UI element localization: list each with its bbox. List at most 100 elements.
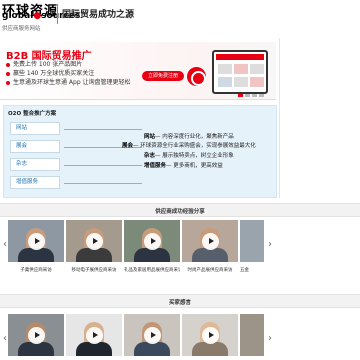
video-title[interactable]: 时尚产品展供应商采访 xyxy=(182,267,238,273)
video-thumbnail[interactable] xyxy=(8,314,64,356)
video-card[interactable] xyxy=(182,314,238,356)
chevron-right-icon[interactable]: › xyxy=(265,332,275,346)
phone-tile xyxy=(218,77,232,87)
banner-bullet-text: 生意通及环球生意通 App 让询盘管理更轻松 xyxy=(13,79,131,86)
bullet-dot-icon xyxy=(6,80,10,85)
logo-dot: ● xyxy=(33,11,42,21)
video-card[interactable] xyxy=(66,314,122,356)
play-icon[interactable] xyxy=(86,327,103,344)
phone-mockup-image xyxy=(212,50,268,94)
play-icon[interactable] xyxy=(28,327,45,344)
o2o-title: O2O 整合推广方案 xyxy=(8,111,57,117)
o2o-line-key: 增值服务 xyxy=(144,163,167,169)
buyers-section-title: 买家感言 xyxy=(168,300,191,306)
success-section-header: 供应商成功经验分享 xyxy=(0,203,360,217)
play-icon[interactable] xyxy=(144,233,161,250)
success-section-title: 供应商成功经验分享 xyxy=(155,209,205,215)
video-thumbnail[interactable] xyxy=(124,314,180,356)
buyers-video-carousel: ‹ › xyxy=(0,314,360,360)
phone-tile xyxy=(234,64,248,74)
play-icon[interactable] xyxy=(28,233,45,250)
o2o-line-text: — 内容深度行业化，聚焦新产品 xyxy=(155,134,234,140)
play-icon[interactable] xyxy=(202,327,219,344)
video-card[interactable] xyxy=(8,314,64,356)
video-title[interactable]: 移动电子展供应商采访 xyxy=(66,267,122,273)
phone-tile xyxy=(250,77,264,87)
o2o-line-tradeshow: 展会— 环球资源全行业采购盛会，实现参展效益最大化 xyxy=(122,141,256,149)
site-header: 环球资源 global●sources 供应商服务网站 国际贸易成功之源 xyxy=(0,0,360,38)
banner-bullet: 生意通及环球生意通 App 让询盘管理更轻松 xyxy=(6,78,131,87)
o2o-line-magazine: 杂志— 展示独特卖点，树立企业形象 xyxy=(144,151,234,159)
person-body xyxy=(192,248,228,262)
video-card[interactable]: 五金 xyxy=(240,220,264,273)
person-body xyxy=(192,342,228,356)
banner-bullet: 免费上传 100 张产品图片 xyxy=(6,60,131,69)
connector-line xyxy=(64,129,142,130)
person-body xyxy=(76,248,112,262)
phone-tile xyxy=(218,64,232,74)
video-thumbnail[interactable] xyxy=(66,314,122,356)
header-slogan: 国际贸易成功之源 xyxy=(62,10,135,20)
video-title[interactable]: 礼品及家居用品展供应商采访 xyxy=(124,267,180,273)
right-column-divider xyxy=(279,38,280,198)
success-video-carousel: ‹ 子菓供应商采访 移动电子展供应商采访 礼品及家居用品展供应商采访 时尚产品展… xyxy=(0,220,360,282)
person-body xyxy=(134,248,170,262)
bullet-dot-icon xyxy=(6,71,10,76)
register-free-button[interactable]: 立即免费注册 xyxy=(142,71,184,81)
logo-subtitle: 供应商服务网站 xyxy=(2,26,41,32)
o2o-panel: O2O 整合推广方案 网站 展会 杂志 增值服务 网站— 内容深度行业化，聚焦新… xyxy=(3,105,277,198)
header-divider xyxy=(57,4,58,24)
connector-line xyxy=(64,165,142,166)
phone-tile xyxy=(250,64,264,74)
banner-bullet-text: 赢些 140 万全球优质买家关注 xyxy=(13,70,95,77)
play-icon[interactable] xyxy=(202,233,219,250)
video-thumbnail[interactable] xyxy=(240,220,264,262)
o2o-line-key: 网站 xyxy=(144,134,156,140)
o2o-line-text: — 环球资源全行业采购盛会，实现参展效益最大化 xyxy=(133,143,256,149)
banner-dot[interactable] xyxy=(245,94,250,97)
video-thumbnail[interactable] xyxy=(182,220,238,262)
o2o-line-text: — 展示独特卖点，树立企业形象 xyxy=(155,153,234,159)
video-card[interactable] xyxy=(124,314,180,356)
phone-tile xyxy=(234,77,248,87)
person-body xyxy=(76,342,112,356)
banner-bullet-list: 免费上传 100 张产品图片 赢些 140 万全球优质买家关注 生意通及环球生意… xyxy=(6,60,131,87)
video-card[interactable]: 礼品及家居用品展供应商采访 xyxy=(124,220,180,273)
app-logo-icon xyxy=(187,67,206,86)
video-title[interactable]: 五金 xyxy=(240,267,264,273)
video-card[interactable]: 子菓供应商采访 xyxy=(8,220,64,273)
o2o-line-text: — 更多商机，更高效益 xyxy=(166,163,223,169)
video-card[interactable] xyxy=(240,314,264,356)
video-card[interactable]: 时尚产品展供应商采访 xyxy=(182,220,238,273)
banner-dot[interactable] xyxy=(252,94,257,97)
video-thumbnail[interactable] xyxy=(8,220,64,262)
person-body xyxy=(18,342,54,356)
o2o-tradeshow-button[interactable]: 展会 xyxy=(10,140,60,153)
person-body xyxy=(134,342,170,356)
video-thumbnail[interactable] xyxy=(66,220,122,262)
bullet-dot-icon xyxy=(6,62,10,67)
phone-header-bar xyxy=(216,54,264,60)
o2o-website-button[interactable]: 网站 xyxy=(10,122,60,135)
o2o-line-key: 杂志 xyxy=(144,153,156,159)
play-icon[interactable] xyxy=(144,327,161,344)
o2o-magazine-button[interactable]: 杂志 xyxy=(10,158,60,171)
video-thumbnail[interactable] xyxy=(182,314,238,356)
video-card[interactable]: 移动电子展供应商采访 xyxy=(66,220,122,273)
play-icon[interactable] xyxy=(86,233,103,250)
chevron-right-icon[interactable]: › xyxy=(265,238,275,252)
banner-dot[interactable] xyxy=(238,94,243,97)
video-title[interactable]: 子菓供应商采访 xyxy=(8,267,64,273)
video-thumbnail[interactable] xyxy=(124,220,180,262)
banner-pagination xyxy=(238,94,264,97)
logo-en-part-a: global xyxy=(2,11,34,21)
buyers-section-header: 买家感言 xyxy=(0,294,360,308)
banner-dot[interactable] xyxy=(259,94,264,97)
person-body xyxy=(18,248,54,262)
banner-bullet: 赢些 140 万全球优质买家关注 xyxy=(6,69,131,78)
video-thumbnail[interactable] xyxy=(240,314,264,356)
o2o-value-added-button[interactable]: 增值服务 xyxy=(10,176,60,189)
o2o-line-website: 网站— 内容深度行业化，聚焦新产品 xyxy=(144,132,234,140)
promo-banner[interactable]: B2B 国际贸易推广 免费上传 100 张产品图片 赢些 140 万全球优质买家… xyxy=(0,42,276,100)
o2o-line-key: 展会 xyxy=(122,143,134,149)
